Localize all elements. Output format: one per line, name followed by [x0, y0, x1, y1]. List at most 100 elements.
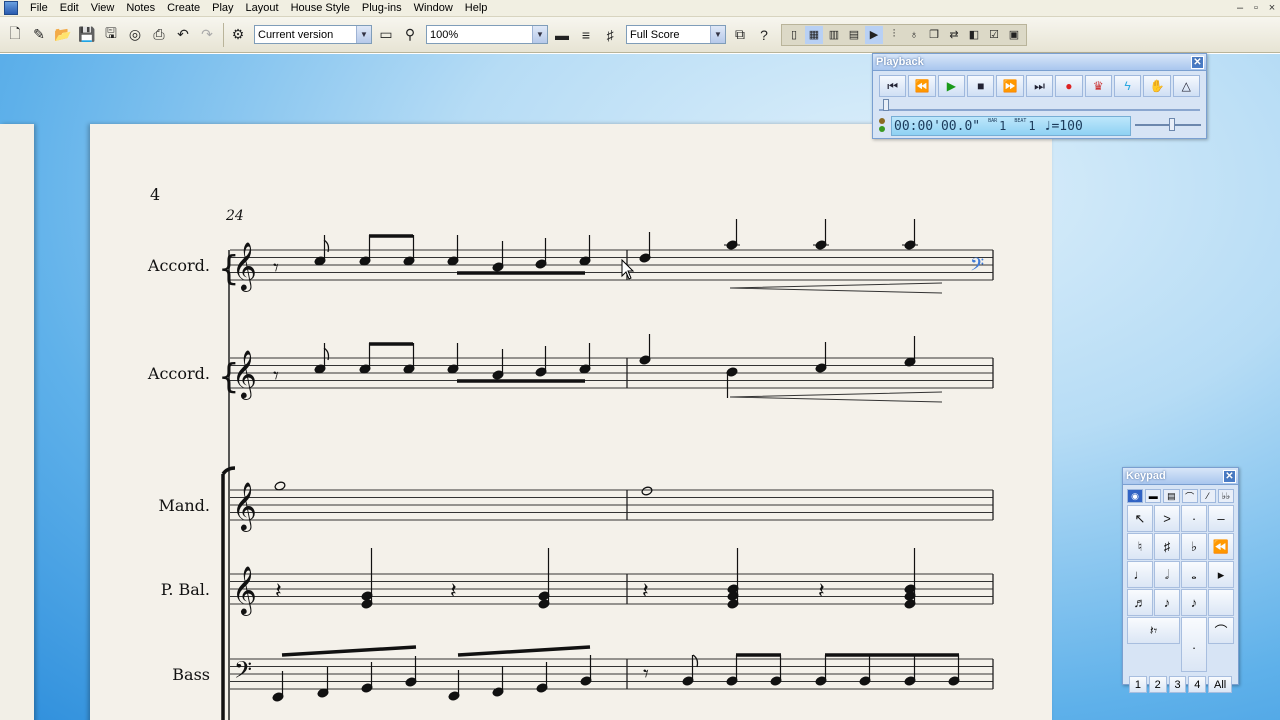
version-comment-icon[interactable]: ▭ [375, 24, 397, 46]
menu-layout[interactable]: Layout [240, 0, 285, 17]
keypad-layout-2[interactable]: 2 [1148, 676, 1167, 693]
keypad-key-natural[interactable]: ♮ [1127, 533, 1153, 560]
keypad-tab-beams[interactable]: ▤ [1163, 489, 1180, 503]
transposing-score-icon[interactable]: ♯ [599, 24, 621, 46]
video-icon[interactable]: ◧ [965, 26, 983, 44]
panorama-icon[interactable]: ▬ [551, 24, 573, 46]
keypad-tab-articulations[interactable]: ⌒ [1181, 489, 1198, 503]
tempo-slider-thumb[interactable] [1169, 118, 1175, 131]
keypad-layout-all[interactable]: All [1208, 676, 1232, 693]
close-icon[interactable]: × [1264, 2, 1280, 14]
keypad-key-dot[interactable]: . [1181, 617, 1207, 672]
stop-icon[interactable]: ■ [967, 75, 995, 97]
chevron-down-icon[interactable]: ▼ [356, 26, 371, 43]
keypad-key-eighth-note[interactable]: ♪ [1154, 589, 1180, 616]
open-file-icon[interactable]: 📂 [52, 24, 74, 46]
restore-icon[interactable]: ▫ [1248, 2, 1264, 14]
keypad-key-empty[interactable] [1208, 589, 1234, 616]
flexi-time-icon[interactable]: ♛ [1084, 75, 1112, 97]
score-page[interactable]: 4 24 𝄞 Accord. 𝄞 Accord. 𝄞 Mand. 𝄞 P. Bal. 𝄢 Bass{{… [90, 124, 1052, 720]
keypad-key-half-note[interactable]: 𝅗𝅥 [1154, 561, 1180, 588]
playback-icon[interactable]: ▶ [865, 25, 883, 44]
keypad-tab-jazz[interactable]: ⁄ [1199, 489, 1216, 503]
keypad-key-sixteenth-note[interactable]: ♬ [1127, 589, 1153, 616]
rewind-icon[interactable]: ⏪ [908, 75, 936, 97]
save-icon[interactable]: 💾 [76, 24, 98, 46]
zoom-select[interactable]: 100% ▼ [426, 25, 548, 44]
menu-house-style[interactable]: House Style [285, 0, 356, 17]
mixer-icon[interactable]: ⫶ [885, 26, 903, 44]
keypad-key-eighth-note-alt[interactable]: ♪ [1181, 589, 1207, 616]
keypad-key-tenuto[interactable]: – [1208, 505, 1234, 532]
menu-edit[interactable]: Edit [54, 0, 85, 17]
navigator-icon[interactable]: ▯ [785, 26, 803, 44]
click-icon[interactable]: ✋ [1143, 75, 1171, 97]
close-icon[interactable]: ✕ [1223, 469, 1236, 483]
keypad-key-tie[interactable]: ⌒ [1208, 617, 1234, 644]
score-select[interactable]: Full Score ▼ [626, 25, 726, 44]
print-icon[interactable]: ⎙ [148, 24, 170, 46]
zoom-icon[interactable]: ⚲ [399, 24, 421, 46]
keypad-title-bar[interactable]: Keypad ✕ [1123, 468, 1238, 485]
keypad-key-whole-note[interactable]: 𝅝 [1181, 561, 1207, 588]
fretboard-icon[interactable]: ▤ [845, 26, 863, 44]
keypad-key-staccato[interactable]: · [1181, 505, 1207, 532]
metronome-icon[interactable]: △ [1172, 75, 1200, 97]
playback-position-slider[interactable] [879, 99, 1200, 111]
keypad-key-rest[interactable]: 𝄽𝄾 [1127, 617, 1180, 644]
menu-create[interactable]: Create [161, 0, 206, 17]
app-icon[interactable] [4, 1, 18, 15]
save-as-icon[interactable]: 🖫 [100, 24, 122, 46]
keypad-key-quarter-note[interactable]: ♩ [1127, 561, 1153, 588]
keypad-layout-1[interactable]: 1 [1129, 676, 1147, 693]
menu-plug-ins[interactable]: Plug-ins [356, 0, 408, 17]
minimize-icon[interactable]: – [1232, 2, 1248, 14]
menu-view[interactable]: View [85, 0, 121, 17]
keypad-icon[interactable]: ▦ [805, 25, 823, 44]
toggle-all-icon[interactable]: ▣ [1005, 26, 1023, 44]
transform-icon[interactable]: ⇄ [945, 26, 963, 44]
keypad-key-accent[interactable]: > [1154, 505, 1180, 532]
keypad-tab-accidentals[interactable]: ♭♭ [1217, 489, 1235, 503]
keypad-key-play[interactable]: ▸ [1208, 561, 1234, 588]
menu-play[interactable]: Play [206, 0, 239, 17]
menu-window[interactable]: Window [408, 0, 459, 17]
new-file-icon[interactable]: 🗋 [4, 24, 26, 46]
keypad-key-sharp[interactable]: ♯ [1154, 533, 1180, 560]
ideas-icon[interactable]: ♁ [905, 26, 923, 44]
keypad-key-flat[interactable]: ♭ [1181, 533, 1207, 560]
chevron-down-icon[interactable]: ▼ [710, 26, 725, 43]
go-to-end-icon[interactable]: ⏭ [1025, 75, 1054, 97]
properties-icon[interactable]: ❐ [925, 26, 943, 44]
undo-icon[interactable]: ↶ [172, 24, 194, 46]
tempo-slider[interactable] [1135, 118, 1201, 131]
focus-staves-icon[interactable]: ≡ [575, 24, 597, 46]
keypad-key-previous-layout[interactable]: ⏪ [1208, 533, 1234, 560]
quick-start-icon[interactable]: ✎ [28, 24, 50, 46]
menu-notes[interactable]: Notes [120, 0, 161, 17]
version-settings-icon[interactable]: ⚙ [227, 24, 249, 46]
keypad-key-select[interactable]: ↖ [1127, 505, 1153, 532]
hide-icon[interactable]: ☑ [985, 26, 1003, 44]
version-select[interactable]: Current version ▼ [254, 25, 372, 44]
menu-file[interactable]: File [24, 0, 54, 17]
record-icon[interactable]: ● [1055, 75, 1083, 97]
help-icon[interactable]: ? [753, 24, 775, 46]
switch-parts-icon[interactable]: ⧉ [729, 24, 751, 46]
playback-title-bar[interactable]: Playback ✕ [873, 54, 1206, 71]
keypad-tab-common-notes[interactable]: ◉ [1127, 489, 1144, 503]
fast-forward-icon[interactable]: ⏩ [996, 75, 1024, 97]
live-playback-icon[interactable]: ϟ [1113, 75, 1142, 97]
keypad-layout-4[interactable]: 4 [1188, 676, 1207, 693]
chevron-down-icon[interactable]: ▼ [532, 26, 547, 43]
score-canvas[interactable]: 424𝄞Accord.𝄞Accord.𝄞Mand.𝄞P. Bal.𝄢Bass{{… [90, 124, 1052, 720]
keypad-layout-3[interactable]: 3 [1168, 676, 1187, 693]
rewind-to-start-icon[interactable]: ⏮ [879, 75, 907, 97]
menu-help[interactable]: Help [459, 0, 494, 17]
play-icon[interactable]: ▶ [937, 75, 966, 97]
redo-icon[interactable]: ↷ [196, 24, 218, 46]
position-slider-thumb[interactable] [883, 99, 889, 111]
close-icon[interactable]: ✕ [1191, 55, 1204, 69]
keyboard-icon[interactable]: ▥ [825, 26, 843, 44]
export-audio-icon[interactable]: ◎ [124, 24, 146, 46]
